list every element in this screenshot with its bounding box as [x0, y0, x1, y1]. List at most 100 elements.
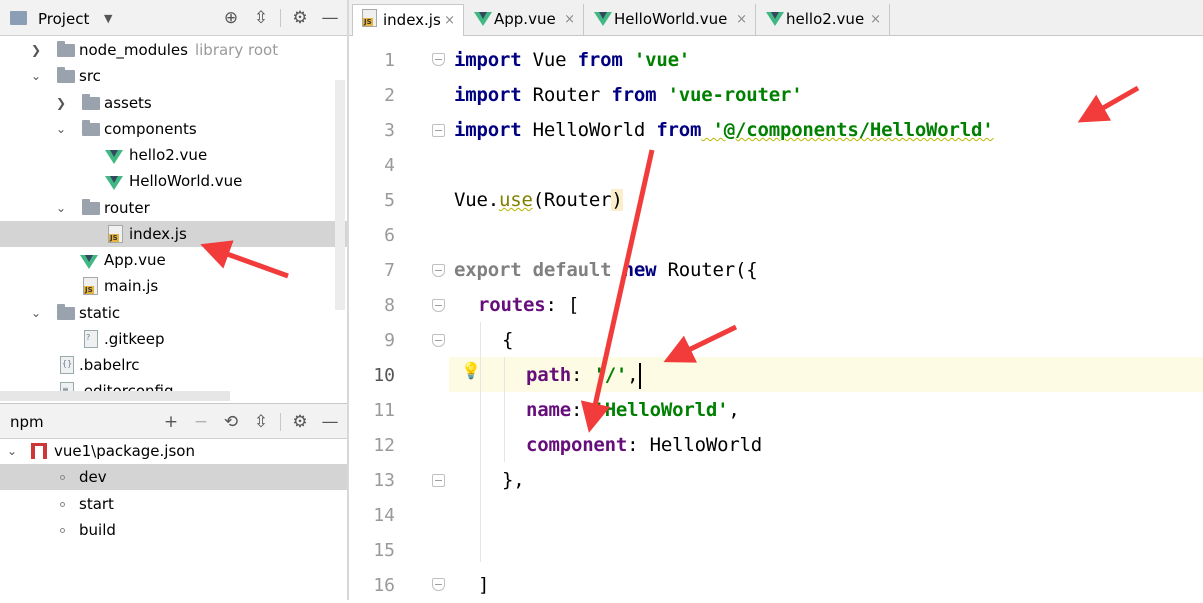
token-string: 'vue-router'	[656, 84, 803, 106]
tree-item-node-modules[interactable]: ❯ node_modules library root	[0, 37, 347, 63]
remove-icon[interactable]: −	[190, 411, 212, 433]
gear-icon[interactable]: ⚙	[289, 7, 311, 29]
npm-panel-title: npm	[10, 413, 44, 431]
project-horizontal-scrollbar[interactable]	[0, 391, 230, 401]
chevron-right-icon[interactable]: ❯	[29, 37, 43, 63]
tree-item-assets[interactable]: ❯ assets	[0, 90, 347, 116]
chevron-down-icon[interactable]: ⌄	[54, 116, 68, 142]
line-number: 11	[373, 400, 395, 421]
tree-item-label: index.js	[129, 225, 187, 243]
close-icon[interactable]: ×	[736, 4, 747, 35]
tree-item-index-js[interactable]: JS index.js	[0, 221, 347, 247]
code-line-3: import HelloWorld from '@/components/Hel…	[454, 113, 994, 148]
folder-icon	[57, 67, 75, 83]
fold-marker-icon[interactable]	[432, 578, 445, 591]
collapse-all-icon[interactable]: ⇳	[250, 7, 272, 29]
config-file-icon: {}	[60, 356, 74, 374]
code-editor: JS index.js × App.vue × HelloWorld.vue ×…	[349, 0, 1203, 600]
npm-script-build[interactable]: build	[0, 517, 347, 543]
project-header-actions: ⊕ ⇳ ⚙ —	[212, 7, 341, 29]
gear-icon[interactable]: ⚙	[289, 411, 311, 433]
tree-item-main-js[interactable]: JS main.js	[0, 273, 347, 299]
code-line-13: },	[502, 463, 525, 498]
token-keyword-unused: export default	[454, 259, 612, 281]
minimize-icon[interactable]: —	[319, 411, 341, 433]
token-punct: {	[502, 329, 514, 351]
token-identifier: Router({	[667, 259, 758, 281]
tree-item-gitkeep[interactable]: ? .gitkeep	[0, 326, 347, 352]
line-number: 13	[373, 470, 395, 491]
tree-item-app-vue[interactable]: App.vue	[0, 247, 347, 273]
fold-marker-icon[interactable]	[432, 299, 445, 312]
chevron-down-icon[interactable]: ⌄	[29, 63, 43, 89]
caret-down-icon[interactable]: ▼	[104, 12, 112, 25]
code-line-10: path: '/',	[526, 358, 642, 393]
chevron-right-icon[interactable]: ❯	[54, 90, 68, 116]
token-keyword: import	[454, 119, 522, 141]
toolbar-separator	[280, 413, 281, 431]
chevron-down-icon[interactable]: ⌄	[29, 300, 43, 326]
unknown-file-icon: ?	[84, 330, 98, 348]
close-icon[interactable]: ×	[444, 5, 455, 36]
npm-script-dev[interactable]: dev	[0, 464, 347, 490]
close-icon[interactable]: ×	[564, 4, 575, 35]
minimize-icon[interactable]: —	[319, 7, 341, 29]
tree-item-helloworld-vue[interactable]: HelloWorld.vue	[0, 168, 347, 194]
text-caret	[639, 362, 642, 389]
npm-script-label: dev	[79, 468, 107, 486]
npm-panel-header: npm + − ⟲ ⇳ ⚙ —	[0, 403, 347, 439]
line-number: 3	[384, 120, 395, 141]
npm-script-start[interactable]: start	[0, 491, 347, 517]
tree-item-router[interactable]: ⌄ router	[0, 195, 347, 221]
npm-package-node[interactable]: ⌄ vue1\package.json	[0, 438, 347, 464]
add-icon[interactable]: +	[160, 411, 182, 433]
tree-item-label: router	[104, 199, 150, 217]
tree-item-hello2-vue[interactable]: hello2.vue	[0, 142, 347, 168]
token-keyword: from	[577, 49, 623, 71]
folder-icon	[82, 94, 100, 110]
fold-marker-icon[interactable]	[432, 264, 445, 277]
tab-index-js[interactable]: JS index.js ×	[352, 4, 464, 36]
tree-item-src[interactable]: ⌄ src	[0, 63, 347, 89]
chevron-down-icon[interactable]: ⌄	[5, 438, 19, 464]
project-vertical-scrollbar[interactable]	[335, 80, 345, 310]
refresh-icon[interactable]: ⟲	[220, 411, 242, 433]
code-line-11: name: 'HelloWorld',	[526, 393, 740, 428]
token-punct: :	[570, 364, 594, 386]
close-icon[interactable]: ×	[870, 4, 881, 35]
fold-marker-icon[interactable]	[432, 124, 445, 137]
code-content[interactable]: import Vue from 'vue' import Router from…	[454, 43, 994, 596]
chevron-down-icon[interactable]: ⌄	[54, 195, 68, 221]
code-line-1: import Vue from 'vue'	[454, 43, 690, 78]
project-panel-header: Project ▼ ⊕ ⇳ ⚙ —	[0, 0, 347, 36]
folder-icon	[82, 120, 100, 136]
fold-marker-icon[interactable]	[432, 53, 445, 66]
tree-item-components[interactable]: ⌄ components	[0, 116, 347, 142]
fold-marker-icon[interactable]	[432, 474, 445, 487]
tree-item-babelrc[interactable]: {} .babelrc	[0, 352, 347, 378]
collapse-icon[interactable]: ⇳	[250, 411, 272, 433]
tab-hello2-vue[interactable]: hello2.vue ×	[756, 4, 890, 35]
token-keyword: from	[611, 84, 657, 106]
tab-helloworld-vue[interactable]: HelloWorld.vue ×	[584, 4, 756, 35]
target-icon[interactable]: ⊕	[220, 7, 242, 29]
left-tool-window: Project ▼ ⊕ ⇳ ⚙ — ❯ node_modules library …	[0, 0, 347, 600]
tree-item-label: .babelrc	[79, 356, 140, 374]
editor-gutter: 1 2 3 4 5 6 7 8 9 10 11 12 13 14 15 16	[349, 36, 449, 600]
project-panel-title[interactable]: Project	[38, 10, 89, 28]
tree-item-label: main.js	[104, 277, 159, 295]
token-string: 'HelloWorld'	[593, 399, 729, 421]
tree-item-label: static	[79, 304, 121, 322]
tree-item-static[interactable]: ⌄ static	[0, 300, 347, 326]
token-identifier: Vue.	[454, 189, 499, 211]
code-line-7: export default new Router({	[454, 253, 758, 288]
vue-file-icon	[105, 176, 123, 190]
lightbulb-icon[interactable]: 💡	[461, 361, 481, 380]
library-root-hint: library root	[194, 41, 279, 59]
folder-icon	[57, 41, 75, 57]
fold-marker-icon[interactable]	[432, 334, 445, 347]
indent-guide	[480, 322, 481, 562]
tab-app-vue[interactable]: App.vue ×	[464, 4, 584, 35]
tab-label: index.js	[383, 11, 441, 29]
tab-label: HelloWorld.vue	[614, 10, 728, 28]
